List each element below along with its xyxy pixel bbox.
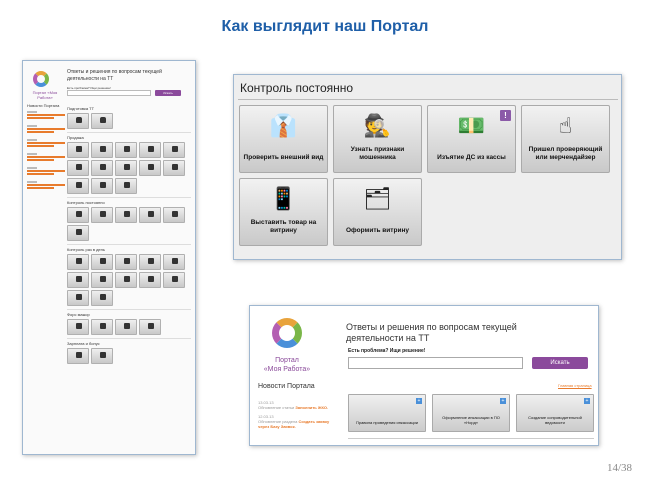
tile[interactable]: [91, 272, 113, 288]
tile[interactable]: [91, 348, 113, 364]
pointer-hand-icon: ☝: [558, 113, 573, 138]
tile[interactable]: [115, 319, 137, 335]
tile[interactable]: [139, 319, 161, 335]
tile[interactable]: [67, 272, 89, 288]
divider: [238, 99, 618, 100]
section-title: Контроль постоянно: [67, 197, 191, 205]
news-item: 12.03.13 Обновление раздела Создать заяв…: [258, 414, 330, 429]
section-title: Продажа: [67, 132, 191, 140]
slide-title: Как выглядит наш Портал: [221, 18, 429, 35]
tile-check-appearance[interactable]: 👔 Проверить внешний вид: [239, 105, 328, 173]
tile[interactable]: [91, 254, 113, 270]
plus-badge: +: [500, 398, 506, 404]
tile-design-showcase[interactable]: 🗂 Оформить витрину: [333, 178, 422, 246]
search-input[interactable]: [348, 357, 523, 369]
tile[interactable]: [67, 142, 89, 158]
tile[interactable]: [115, 272, 137, 288]
tile-collection-nord[interactable]: + Оформление инкассации в ПО «Норд»: [432, 394, 510, 432]
search-button[interactable]: Искать: [155, 90, 181, 96]
tile[interactable]: [91, 142, 113, 158]
tile[interactable]: [139, 142, 161, 158]
tile[interactable]: [163, 160, 185, 176]
start-page-link[interactable]: Главная страница: [558, 383, 592, 388]
portal-logo-icon: [33, 71, 49, 87]
tile[interactable]: [91, 113, 113, 129]
full-portal-thumbnail: Портал «Моя Работа» Ответы и решения по …: [22, 60, 196, 455]
search-input[interactable]: [67, 90, 151, 96]
tile[interactable]: [91, 319, 113, 335]
tie-icon: 👔: [269, 113, 298, 138]
news-list: 13.03.13 Обновление статьи Заполнить ЖКО…: [258, 400, 338, 433]
tile[interactable]: [67, 319, 89, 335]
tile-inspector-arrived[interactable]: ☝ Пришел проверяющий или мерчендайзер: [521, 105, 610, 173]
tile[interactable]: [163, 207, 185, 223]
news-link[interactable]: Заполнить ЖКО.: [295, 405, 328, 410]
tile[interactable]: [163, 254, 185, 270]
section-title: Форс мажор: [67, 309, 191, 317]
spy-icon: 🕵: [363, 113, 392, 138]
search-label: Есть проблема? Ищи решение!: [348, 348, 426, 354]
tile[interactable]: [67, 225, 89, 241]
divider: [348, 438, 594, 439]
plus-badge: +: [416, 398, 422, 404]
tile[interactable]: [67, 178, 89, 194]
tile-cash-withdrawal[interactable]: ! 💵 Изъятие ДС из кассы: [427, 105, 516, 173]
tile[interactable]: [115, 142, 137, 158]
tile[interactable]: [115, 178, 137, 194]
plus-badge: +: [584, 398, 590, 404]
tile[interactable]: [91, 160, 113, 176]
tile[interactable]: [67, 348, 89, 364]
control-section-zoom: Контроль постоянно 👔 Проверить внешний в…: [233, 74, 622, 260]
tile[interactable]: [139, 272, 161, 288]
news-list: [27, 111, 65, 195]
tile[interactable]: [67, 254, 89, 270]
section-title: Контроль раз в день: [67, 244, 191, 252]
tile-display-goods[interactable]: 📱 Выставить товар на витрину: [239, 178, 328, 246]
news-item: 13.03.13 Обновление статьи Заполнить ЖКО…: [258, 400, 329, 410]
news-title: Новости Портала: [27, 103, 60, 108]
section-title: Подготовка ТТ: [67, 106, 95, 111]
tile[interactable]: [91, 178, 113, 194]
tile[interactable]: [67, 113, 89, 129]
tile[interactable]: [115, 254, 137, 270]
tile[interactable]: [91, 207, 113, 223]
tile[interactable]: [91, 290, 113, 306]
tile[interactable]: [67, 207, 89, 223]
sections-area: Подготовка ТТ Продажа Контроль постоянно…: [67, 101, 191, 367]
portal-brand: Портал «Моя Работа»: [32, 90, 58, 100]
portal-header: Ответы и решения по вопросам текущей дея…: [346, 322, 517, 343]
tile[interactable]: [115, 160, 137, 176]
portal-logo-icon: [272, 318, 302, 348]
phones-icon: 📱: [269, 186, 298, 211]
tile[interactable]: [139, 207, 161, 223]
tile[interactable]: [163, 142, 185, 158]
cash-icon: 💵: [457, 113, 486, 138]
portal-header: Ответы и решения по вопросам текущей дея…: [67, 69, 162, 82]
portal-brand: Портал «Моя Работа»: [263, 357, 311, 373]
tile-collection-rules[interactable]: + Правила проведения инкассации: [348, 394, 426, 432]
page-number: 14/38: [606, 462, 632, 474]
tile[interactable]: [139, 160, 161, 176]
tile[interactable]: [67, 290, 89, 306]
tile-accompanying-statement[interactable]: + Создание сопроводительной ведомости: [516, 394, 594, 432]
section-title: Зарплата и бонус: [67, 338, 191, 346]
portal-header-zoom: Портал «Моя Работа» Ответы и решения по …: [249, 305, 599, 446]
tile[interactable]: [67, 160, 89, 176]
section-title: Контроль постоянно: [240, 81, 354, 95]
tile[interactable]: [163, 272, 185, 288]
news-title: Новости Портала: [258, 383, 315, 390]
search-button[interactable]: Искать: [532, 357, 588, 369]
tile[interactable]: [115, 207, 137, 223]
tile[interactable]: [139, 254, 161, 270]
showcase-icon: 🗂: [363, 186, 392, 211]
tile-fraud-signs[interactable]: 🕵 Узнать признаки мошенника: [333, 105, 422, 173]
